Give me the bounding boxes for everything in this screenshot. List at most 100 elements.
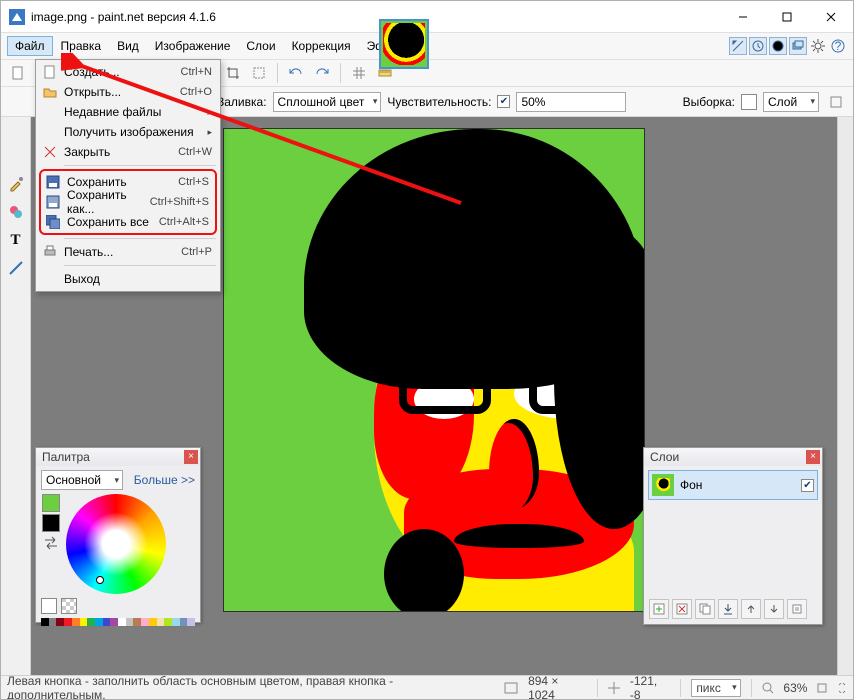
palette-colors-row[interactable] <box>36 618 200 626</box>
new-button-icon[interactable] <box>7 62 29 84</box>
menu-item-recent[interactable]: Недавние файлы▸ <box>38 102 218 122</box>
redo-button-icon[interactable] <box>311 62 333 84</box>
layer-movedown-icon[interactable] <box>764 599 784 619</box>
menu-edit[interactable]: Правка <box>53 36 110 56</box>
menu-layers[interactable]: Слои <box>238 36 283 56</box>
layer-delete-icon[interactable] <box>672 599 692 619</box>
crop-button-icon[interactable] <box>222 62 244 84</box>
palette-color[interactable] <box>87 618 95 626</box>
tolerance-input[interactable]: 50% <box>516 92 626 112</box>
save-icon <box>43 175 63 189</box>
layers-panel[interactable]: Слои × Фон <box>643 447 823 625</box>
menu-file[interactable]: Файл <box>7 36 53 56</box>
secondary-color-swatch[interactable] <box>42 514 60 532</box>
undo-button-icon[interactable] <box>285 62 307 84</box>
text-tool-icon[interactable]: T <box>5 229 27 251</box>
palette-color[interactable] <box>172 618 180 626</box>
layer-add-icon[interactable] <box>649 599 669 619</box>
palette-color[interactable] <box>41 618 49 626</box>
palette-panel[interactable]: Палитра × Основной Больше >> <box>35 447 201 623</box>
layer-item[interactable]: Фон <box>648 470 818 500</box>
palette-color[interactable] <box>118 618 126 626</box>
grid-toggle-icon[interactable] <box>348 62 370 84</box>
palette-color[interactable] <box>103 618 111 626</box>
layers-window-toggle-icon[interactable] <box>789 37 807 55</box>
zoom-value: 63% <box>783 681 807 695</box>
unit-select[interactable]: пикс <box>691 679 740 697</box>
zoom-fit-icon[interactable] <box>817 683 827 693</box>
menu-item-save-all[interactable]: Сохранить всеCtrl+Alt+S <box>41 212 215 232</box>
menu-item-new[interactable]: Создать...Ctrl+N <box>38 62 218 82</box>
print-icon <box>40 245 60 259</box>
menu-adjust[interactable]: Коррекция <box>284 36 359 56</box>
color-mode-select[interactable]: Основной <box>41 470 123 490</box>
palette-manage-icon[interactable] <box>61 598 77 614</box>
tolerance-checkbox[interactable] <box>497 95 510 108</box>
palette-color[interactable] <box>126 618 134 626</box>
sampling-swatch-icon <box>741 94 757 110</box>
toolbox: T <box>1 117 31 675</box>
palette-title[interactable]: Палитра × <box>36 448 200 466</box>
layer-visibility-checkbox[interactable] <box>801 479 814 492</box>
primary-color-swatch[interactable] <box>42 494 60 512</box>
menu-item-print[interactable]: Печать...Ctrl+P <box>38 242 218 262</box>
menu-view[interactable]: Вид <box>109 36 147 56</box>
palette-color[interactable] <box>149 618 157 626</box>
layer-merge-icon[interactable] <box>718 599 738 619</box>
image-dimensions: 894 × 1024 <box>528 674 587 700</box>
menu-item-close[interactable]: ЗакрытьCtrl+W <box>38 142 218 162</box>
layer-properties-icon[interactable] <box>787 599 807 619</box>
palette-color[interactable] <box>187 618 195 626</box>
close-button[interactable] <box>809 2 853 32</box>
document-thumbnail[interactable] <box>379 19 429 69</box>
menu-item-exit[interactable]: Выход <box>38 269 218 289</box>
palette-close-button[interactable]: × <box>184 450 198 464</box>
maximize-button[interactable] <box>765 2 809 32</box>
minimize-button[interactable] <box>721 2 765 32</box>
layers-title[interactable]: Слои × <box>644 448 822 466</box>
layers-close-button[interactable]: × <box>806 450 820 464</box>
settings-icon[interactable] <box>809 37 827 55</box>
palette-color[interactable] <box>56 618 64 626</box>
tolerance-label: Чувствительность: <box>387 95 491 109</box>
tools-window-toggle-icon[interactable] <box>729 37 747 55</box>
palette-color[interactable] <box>157 618 165 626</box>
palette-color[interactable] <box>72 618 80 626</box>
palette-color[interactable] <box>180 618 188 626</box>
layer-duplicate-icon[interactable] <box>695 599 715 619</box>
palette-add-icon[interactable] <box>41 598 57 614</box>
menu-item-open[interactable]: Открыть...Ctrl+O <box>38 82 218 102</box>
colors-window-toggle-icon[interactable] <box>769 37 787 55</box>
palette-color[interactable] <box>49 618 57 626</box>
palette-more-link[interactable]: Больше >> <box>134 473 195 487</box>
menu-image[interactable]: Изображение <box>147 36 239 56</box>
layer-moveup-icon[interactable] <box>741 599 761 619</box>
palette-color[interactable] <box>164 618 172 626</box>
swap-colors-icon[interactable] <box>42 534 60 552</box>
menu-item-acquire[interactable]: Получить изображения▸ <box>38 122 218 142</box>
sampling-select[interactable]: Слой <box>763 92 819 112</box>
palette-color[interactable] <box>141 618 149 626</box>
deselect-button-icon[interactable] <box>248 62 270 84</box>
image-content <box>224 129 644 611</box>
sampling-extra-icon[interactable] <box>825 91 847 113</box>
fill-mode-select[interactable]: Сплошной цвет <box>273 92 382 112</box>
line-tool-icon[interactable] <box>5 257 27 279</box>
palette-color[interactable] <box>64 618 72 626</box>
color-wheel[interactable] <box>66 494 166 594</box>
zoom-window-icon[interactable] <box>837 683 847 693</box>
dimensions-icon <box>504 682 518 694</box>
palette-color[interactable] <box>133 618 141 626</box>
vertical-scrollbar[interactable] <box>837 117 853 675</box>
color-picker-tool-icon[interactable] <box>5 173 27 195</box>
recolor-tool-icon[interactable] <box>5 201 27 223</box>
history-window-toggle-icon[interactable] <box>749 37 767 55</box>
layer-name: Фон <box>680 478 702 492</box>
menu-item-save-as[interactable]: Сохранить как...Ctrl+Shift+S <box>41 192 215 212</box>
sampling-label: Выборка: <box>683 95 735 109</box>
canvas[interactable] <box>224 129 644 611</box>
help-icon[interactable]: ? <box>829 37 847 55</box>
palette-color[interactable] <box>110 618 118 626</box>
palette-color[interactable] <box>80 618 88 626</box>
palette-color[interactable] <box>95 618 103 626</box>
